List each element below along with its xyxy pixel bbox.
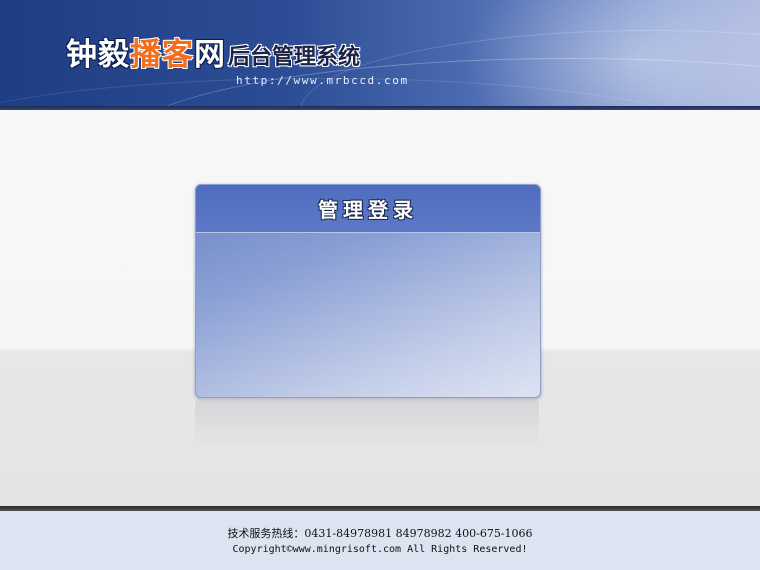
footer-hotline: 技术服务热线：0431-84978981 84978982 400-675-10… (227, 527, 533, 540)
logo-text-part1: 钟毅 (66, 37, 130, 73)
logo-text-part2: 播客 (130, 37, 194, 73)
footer: 技术服务热线：0431-84978981 84978982 400-675-10… (0, 511, 760, 570)
login-panel-reflection (195, 398, 539, 448)
logo-text-part3: 网 (194, 37, 226, 73)
login-title: 管理登录 (318, 198, 418, 222)
site-url: http://www.mrbccd.com (236, 74, 409, 87)
footer-copyright: Copyright©www.mingrisoft.com All Rights … (232, 544, 528, 555)
login-panel: 管理登录 (195, 184, 541, 398)
logo-subtitle: 后台管理系统 (228, 44, 361, 70)
header-banner: 钟毅 播客 网 后台管理系统 http://www.mrbccd.com (0, 0, 760, 106)
login-panel-header: 管理登录 (196, 185, 540, 233)
site-logo: 钟毅 播客 网 后台管理系统 (66, 34, 360, 74)
